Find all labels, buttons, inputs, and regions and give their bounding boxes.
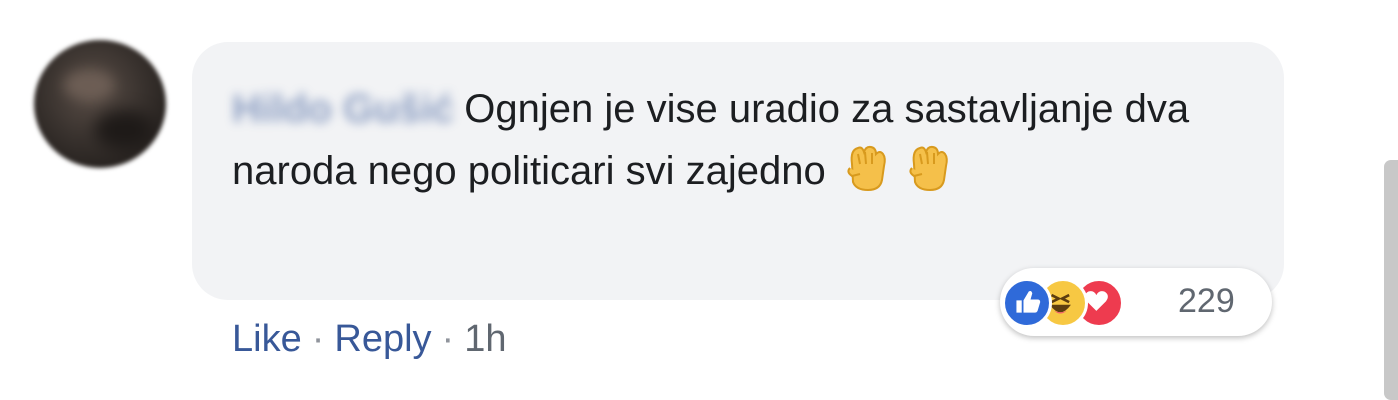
raised-fist-icon [909, 145, 948, 192]
comment-body: Hildo Gušić Ognjen je vise uradio za sast… [232, 78, 1262, 202]
like-icon [1002, 278, 1052, 328]
reactions-summary[interactable]: 229 [1000, 268, 1272, 336]
timestamp[interactable]: 1h [464, 318, 506, 360]
like-link[interactable]: Like [232, 318, 302, 360]
avatar-blur-detail [64, 70, 114, 100]
avatar-blur-shadow [94, 110, 154, 150]
comment-actions: Like · Reply · 1h [232, 318, 506, 361]
comment-container: Hildo Gušić Ognjen je vise uradio za sast… [0, 0, 1398, 400]
reaction-count: 229 [1178, 282, 1235, 320]
author-name[interactable]: Hildo Gušić [232, 78, 454, 140]
avatar[interactable] [34, 40, 166, 168]
reply-link[interactable]: Reply [334, 318, 431, 360]
scrollbar[interactable] [1384, 160, 1398, 400]
separator: · [311, 318, 325, 360]
separator: · [441, 318, 455, 360]
raised-fist-icon [847, 145, 886, 192]
